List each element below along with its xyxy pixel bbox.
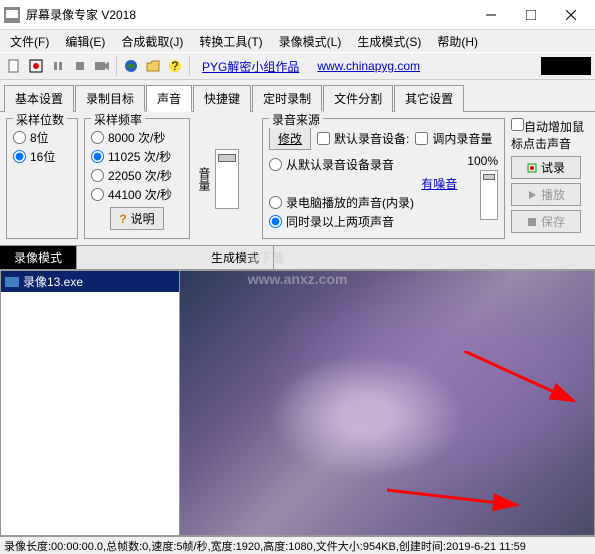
globe-icon[interactable] [121,56,141,76]
tune-volume-check[interactable]: 调内录音量 [415,130,492,147]
menu-recmode[interactable]: 录像模式(L) [273,31,348,52]
svg-text:?: ? [172,59,179,73]
file-list[interactable]: 录像13.exe [0,270,180,536]
mode-bar: 录像模式 生成模式 [0,245,595,270]
tab-hotkey[interactable]: 快捷键 [193,85,251,112]
radio-internal[interactable]: 录电脑播放的声音(内录) [269,194,467,211]
tab-target[interactable]: 录制目标 [75,85,145,112]
radio-default-device[interactable]: 从默认录音设备录音 [269,156,467,173]
try-record-button[interactable]: 试录 [511,156,581,179]
preview-area [180,270,595,536]
app-icon [4,7,20,23]
help-icon[interactable]: ? [165,56,185,76]
sample-bits-group: 采样位数 8位 16位 [6,118,78,239]
radio-16bit[interactable]: 16位 [13,148,71,165]
menu-help[interactable]: 帮助(H) [431,31,484,52]
menu-convert[interactable]: 转换工具(T) [193,31,268,52]
radio-8000[interactable]: 8000 次/秒 [91,129,183,146]
question-icon: ? [119,212,126,226]
radio-22050[interactable]: 22050 次/秒 [91,167,183,184]
source-group: 录音来源 修改 默认录音设备: 调内录音量 从默认录音设备录音 有噪音 录电脑播… [262,118,505,239]
right-column: 自动增加鼠标点击声音 试录 播放 保存 [511,118,589,239]
camera-icon[interactable] [92,56,112,76]
modify-button[interactable]: 修改 [269,127,311,150]
tab-split[interactable]: 文件分割 [323,85,393,112]
save-button[interactable]: 保存 [511,210,581,233]
settings-tabs: 基本设置 录制目标 声音 快捷键 定时录制 文件分割 其它设置 [0,80,595,112]
close-button[interactable] [551,1,591,29]
sample-rate-group: 采样频率 8000 次/秒 11025 次/秒 22050 次/秒 44100 … [84,118,190,239]
new-icon[interactable] [4,56,24,76]
menu-compose[interactable]: 合成截取(J) [115,31,189,52]
tab-basic[interactable]: 基本设置 [4,85,74,112]
radio-11025[interactable]: 11025 次/秒 [91,148,183,165]
radio-44100[interactable]: 44100 次/秒 [91,186,183,203]
default-device-check[interactable]: 默认录音设备: [317,130,409,147]
sample-rate-legend: 采样频率 [91,111,145,128]
menu-file[interactable]: 文件(F) [4,31,55,52]
radio-8bit[interactable]: 8位 [13,129,71,146]
file-icon [5,276,19,288]
menu-genmode[interactable]: 生成模式(S) [351,31,427,52]
status-bar: 录像长度:00:00:00.0,总帧数:0,速度:5帧/秒,宽度:1920,高度… [0,536,595,554]
play-button[interactable]: 播放 [511,183,581,206]
volume-label: 音量 [196,167,213,191]
tab-other[interactable]: 其它设置 [394,85,464,112]
maximize-button[interactable] [511,1,551,29]
preview-image [180,271,594,535]
radio-both[interactable]: 同时录以上两项声音 [269,213,467,230]
tab-timer[interactable]: 定时录制 [252,85,322,112]
preview-thumb [541,57,591,75]
menu-edit[interactable]: 编辑(E) [59,31,111,52]
pause-icon[interactable] [48,56,68,76]
percent-label: 100% [467,154,498,168]
save-icon [527,217,537,227]
auto-gain-check[interactable]: 自动增加鼠标点击声音 [511,118,589,152]
play-icon [527,190,537,200]
credit-link[interactable]: PYG解密小组作品 [202,58,299,75]
record-dot-icon [527,163,537,173]
record-icon[interactable] [26,56,46,76]
toolbar: ? PYG解密小组作品 www.chinapyg.com [0,52,595,80]
gen-mode-tab[interactable]: 生成模式 [197,246,274,269]
sound-panel: 采样位数 8位 16位 采样频率 8000 次/秒 11025 次/秒 2205… [0,112,595,245]
help-button[interactable]: ? 说明 [110,207,163,230]
file-pane: 录像13.exe [0,270,595,536]
rec-mode-tab[interactable]: 录像模式 [0,246,77,269]
sample-bits-legend: 采样位数 [13,111,67,128]
window-title: 屏幕录像专家 V2018 [26,6,471,23]
file-item[interactable]: 录像13.exe [1,271,179,292]
minimize-button[interactable] [471,1,511,29]
stop-icon[interactable] [70,56,90,76]
level-meter [480,170,498,220]
volume-slider[interactable] [215,149,239,209]
titlebar: 屏幕录像专家 V2018 [0,0,595,30]
separator [116,56,117,76]
menubar: 文件(F) 编辑(E) 合成截取(J) 转换工具(T) 录像模式(L) 生成模式… [0,30,595,52]
separator [189,56,190,76]
folder-icon[interactable] [143,56,163,76]
source-legend: 录音来源 [269,111,323,128]
volume-group: 音量 [196,118,256,239]
noise-link[interactable]: 有噪音 [421,177,457,191]
tab-sound[interactable]: 声音 [146,85,192,112]
website-link[interactable]: www.chinapyg.com [317,59,420,73]
